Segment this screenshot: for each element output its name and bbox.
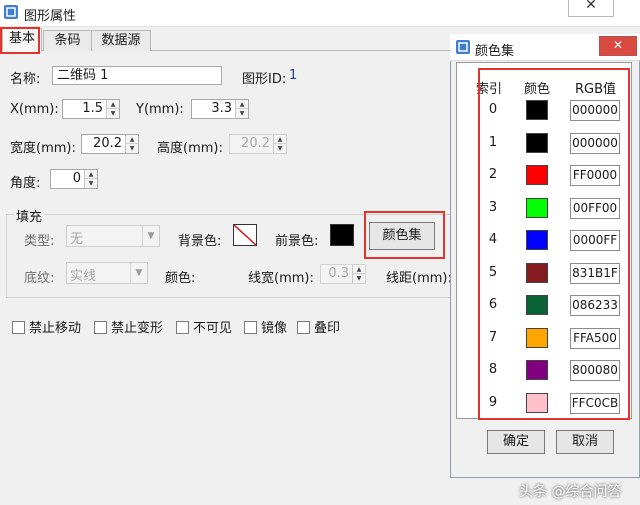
checkbox-mirror[interactable]: 镜像: [244, 317, 287, 336]
height-up-icon: ▲: [274, 135, 286, 144]
close-icon[interactable]: ✕: [599, 36, 637, 56]
fg-color-label: 前景色:: [275, 234, 319, 249]
width-down-icon[interactable]: ▼: [126, 144, 138, 153]
height-value: 20.2: [241, 136, 270, 151]
angle-value: 0: [72, 171, 81, 186]
cancel-button[interactable]: 取消: [556, 430, 614, 454]
y-down-icon[interactable]: ▼: [236, 109, 248, 118]
x-label: X(mm):: [10, 102, 59, 117]
color-set-title: 颜色集: [475, 44, 515, 59]
app-icon: [4, 5, 18, 19]
angle-up-icon[interactable]: ▲: [85, 170, 97, 179]
watermark: 头条 @综合问答: [519, 484, 622, 500]
angle-stepper[interactable]: 0 ▲ ▼: [50, 169, 98, 189]
checkbox-lock-resize[interactable]: 禁止变形: [94, 317, 163, 336]
y-up-icon[interactable]: ▲: [236, 100, 248, 109]
ok-button[interactable]: 确定: [487, 430, 545, 454]
line-width-value: 0.3: [328, 266, 349, 281]
main-window-title: 图形属性: [24, 9, 77, 24]
bg-color-swatch[interactable]: [233, 224, 257, 246]
highlight-color-table: [478, 68, 630, 420]
tab-data-source[interactable]: 数据源: [91, 30, 151, 51]
y-label: Y(mm):: [136, 102, 184, 117]
height-label: 高度(mm):: [157, 141, 223, 156]
width-stepper[interactable]: 20.2 ▲ ▼: [81, 134, 139, 154]
highlight-color-set-button: [364, 211, 445, 259]
bg-color-label: 背景色:: [178, 234, 222, 249]
highlight-tab-basic: [0, 27, 40, 54]
x-stepper[interactable]: 1.5 ▲ ▼: [62, 99, 120, 119]
line-width-label: 线宽(mm):: [248, 271, 314, 286]
angle-down-icon[interactable]: ▼: [85, 179, 97, 188]
y-value: 3.3: [211, 101, 232, 116]
pattern-value: 实线: [70, 269, 97, 284]
width-label: 宽度(mm):: [10, 141, 76, 156]
width-up-icon[interactable]: ▲: [126, 135, 138, 144]
line-width-down-icon: ▼: [353, 274, 365, 283]
name-label: 名称:: [10, 72, 41, 87]
checkbox-lock-move[interactable]: 禁止移动: [12, 317, 81, 336]
y-stepper[interactable]: 3.3 ▲ ▼: [191, 99, 249, 119]
checkbox-box[interactable]: [244, 321, 257, 334]
name-field[interactable]: 二维码 1: [52, 66, 222, 85]
type-label: 类型:: [24, 234, 55, 249]
line-width-stepper: 0.3 ▲ ▼: [320, 264, 366, 284]
checkbox-invisible[interactable]: 不可见: [176, 317, 232, 336]
checkbox-box[interactable]: [297, 321, 310, 334]
chevron-down-icon: ▼: [130, 263, 147, 283]
chevron-down-icon: ▼: [142, 226, 159, 246]
checkbox-label: 叠印: [314, 321, 341, 336]
type-value: 无: [70, 232, 84, 247]
line-width-up-icon: ▲: [353, 265, 365, 274]
shape-id-label: 图形ID:: [242, 72, 287, 87]
main-close-button[interactable]: ✕: [568, 0, 614, 17]
pattern-label: 底纹:: [24, 271, 55, 286]
x-up-icon[interactable]: ▲: [107, 100, 119, 109]
checkbox-box[interactable]: [176, 321, 189, 334]
fg-color-swatch[interactable]: [330, 224, 354, 246]
angle-label: 角度:: [10, 176, 41, 191]
color-label: 颜色:: [165, 271, 196, 286]
height-stepper: 20.2 ▲ ▼: [229, 134, 287, 154]
x-value: 1.5: [82, 101, 103, 116]
x-down-icon[interactable]: ▼: [107, 109, 119, 118]
fill-group-label: 填充: [14, 206, 45, 225]
checkbox-box[interactable]: [12, 321, 25, 334]
type-select: 无 ▼: [66, 225, 160, 247]
pattern-select: 实线 ▼: [66, 262, 148, 284]
height-down-icon: ▼: [274, 144, 286, 153]
tab-barcode[interactable]: 条码: [43, 30, 92, 51]
checkbox-box[interactable]: [94, 321, 107, 334]
line-spacing-label: 线距(mm):: [386, 271, 452, 286]
checkbox-label: 不可见: [193, 321, 233, 336]
checkbox-label: 镜像: [261, 321, 288, 336]
checkbox-label: 禁止变形: [111, 321, 164, 336]
width-value: 20.2: [93, 136, 122, 151]
color-set-app-icon: [456, 40, 470, 54]
shape-id-value: 1: [289, 68, 298, 83]
checkbox-overprint[interactable]: 叠印: [297, 317, 340, 336]
main-titlebar: [0, 0, 640, 27]
checkbox-label: 禁止移动: [29, 321, 82, 336]
